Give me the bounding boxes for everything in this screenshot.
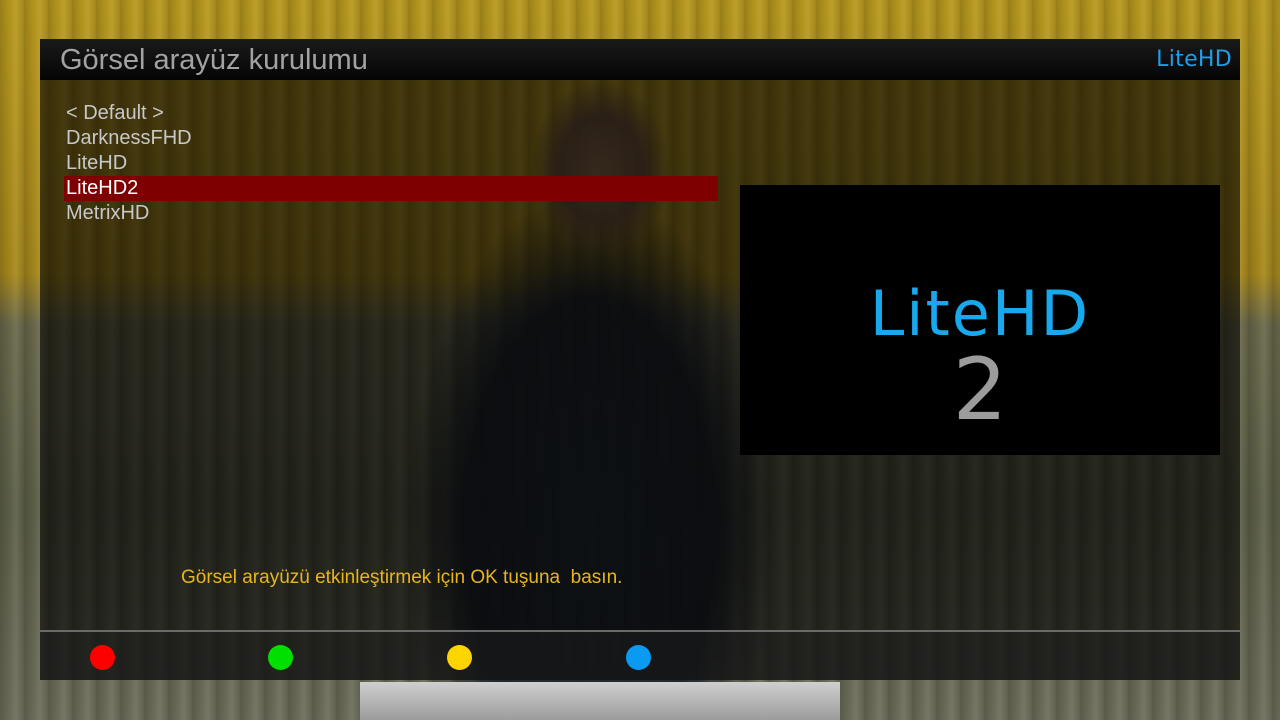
blue-button[interactable] [626,645,651,670]
red-button[interactable] [90,645,115,670]
preview-logo-number: 2 [952,340,1008,440]
page-title: Görsel arayüz kurulumu [60,44,368,76]
list-item-default[interactable]: < Default > [64,101,718,126]
brand-logo: LiteHD [1156,47,1232,72]
color-button-bar [40,632,1240,680]
green-button[interactable] [268,645,293,670]
list-item-darknessfhd[interactable]: DarknessFHD [64,126,718,151]
preview-logo-text: LiteHD [869,277,1091,350]
ok-hint-text: Görsel arayüzü etkinleştirmek için OK tu… [181,567,623,588]
list-item-litehd[interactable]: LiteHD [64,151,718,176]
list-item-metrixhd[interactable]: MetrixHD [64,201,718,226]
title-bar: Görsel arayüz kurulumu LiteHD [40,39,1240,80]
skin-list[interactable]: < Default > DarknessFHD LiteHD LiteHD2 M… [64,101,718,226]
yellow-button[interactable] [447,645,472,670]
list-item-litehd2[interactable]: LiteHD2 [64,176,718,201]
skin-preview: LiteHD 2 [740,185,1220,455]
background-desk [360,682,840,720]
skin-setup-panel: Görsel arayüz kurulumu LiteHD < Default … [40,39,1240,680]
